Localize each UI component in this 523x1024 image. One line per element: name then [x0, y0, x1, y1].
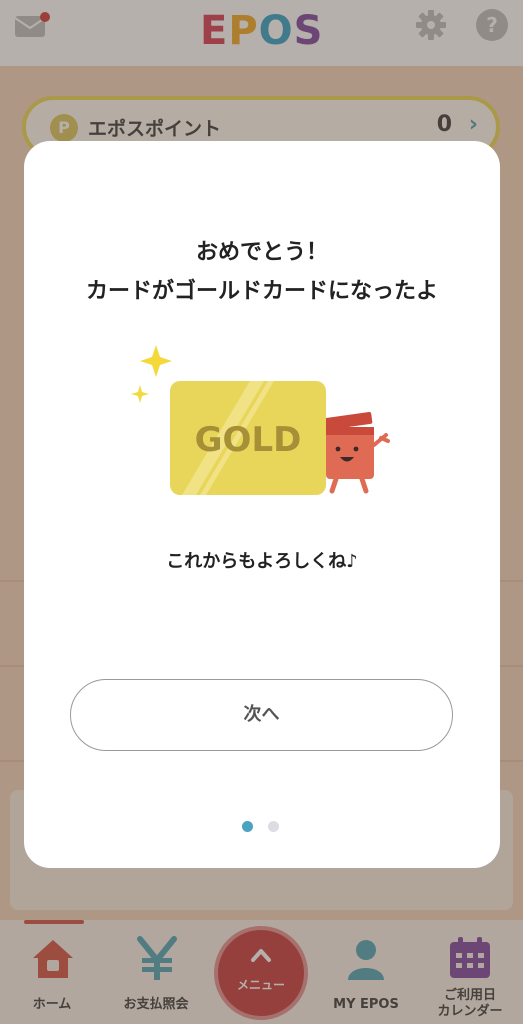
gold-card-upgrade-dialog: おめでとう！ カードがゴールドカードになったよ GOLD これからもよろしくね♪…: [24, 141, 500, 868]
page-dot-inactive: [268, 821, 279, 832]
gold-card-illustration: GOLD: [130, 345, 398, 505]
page-dot-active: [242, 821, 253, 832]
card-character-icon: [323, 411, 390, 494]
dialog-title-line1: おめでとう！: [195, 240, 328, 265]
next-button[interactable]: 次へ: [70, 679, 453, 751]
card-gold-text: GOLD: [195, 420, 302, 460]
page-indicator: [242, 821, 282, 833]
sparkle-icon: [131, 345, 172, 403]
dialog-title: おめでとう！ カードがゴールドカードになったよ: [24, 233, 500, 311]
dialog-message: これからもよろしくね♪: [166, 551, 358, 572]
dialog-title-line2: カードがゴールドカードになったよ: [85, 279, 438, 304]
